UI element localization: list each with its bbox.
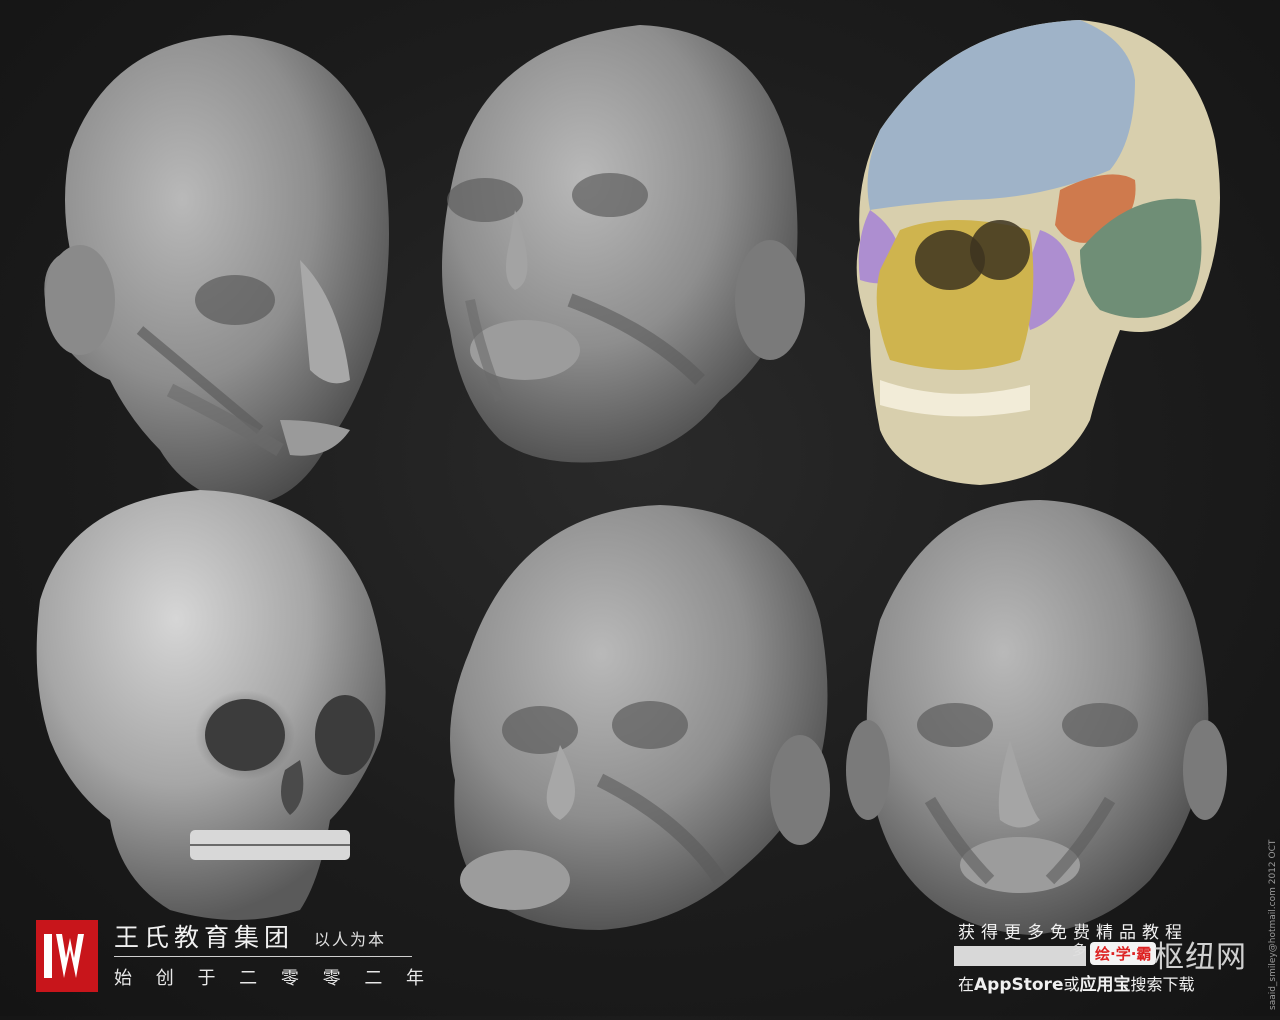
promo-blank-bar [954,946,1086,966]
promo-bottom-prefix: 在 [958,975,975,994]
muscle-head-bottom-right [846,500,1227,935]
muscle-head-top-left [44,35,390,505]
side-credit-text: saaid_smiley@hotmail.com 2012 OCT [1268,839,1278,1010]
brand-block: 王氏教育集团 以人为本 始 创 于 二 零 零 二 年 [36,918,424,998]
promo-block: 获得更多免费精品教程 多 绘·学·霸 枢纽网 在AppStore或应用宝搜索下载 [954,918,1254,998]
colored-skull-top-right [856,20,1220,485]
brand-divider [114,956,412,957]
promo-bottom-mid: 或 [1063,975,1080,994]
app-name-badge: 绘·学·霸 [1090,942,1157,965]
promo-bottom-suffix: 搜索下载 [1130,975,1195,994]
muscle-head-bottom-middle [450,505,830,930]
promo-appstore: AppStore [974,975,1064,995]
muscle-head-top-middle [442,25,805,463]
brand-name: 王氏教育集团 [114,923,295,952]
watermark-small-text: 多 [1072,943,1086,959]
promo-store2: 应用宝 [1079,975,1131,995]
gray-skull-bottom-left [36,490,386,920]
brand-logo [36,920,98,992]
brand-founded: 始 创 于 二 零 零 二 年 [114,968,434,989]
side-credit: saaid_smiley@hotmail.com 2012 OCT [1258,690,1278,1020]
promo-bottom-text: 在AppStore或应用宝搜索下载 [958,970,1195,995]
brand-slogan: 以人为本 [314,930,387,949]
anatomy-artwork [36,20,1227,935]
